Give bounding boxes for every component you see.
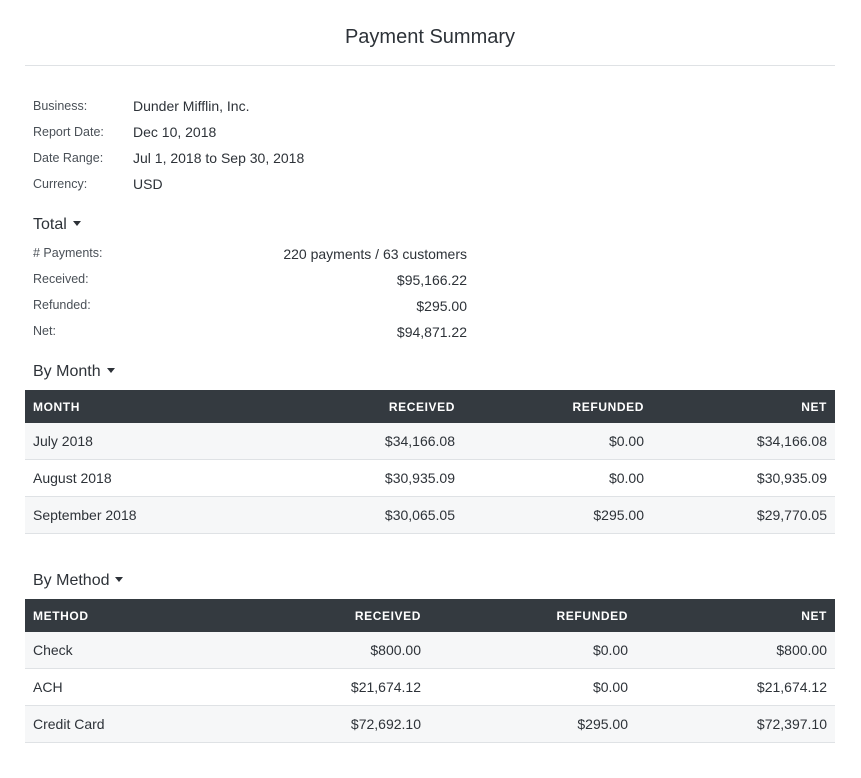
by-method-section-toggle[interactable]: By Method: [33, 572, 124, 590]
page-title: Payment Summary: [344, 26, 516, 48]
title-divider: [25, 65, 835, 66]
by-month-section-toggle[interactable]: By Month: [33, 363, 115, 381]
cell-received: $34,166.08: [280, 423, 463, 460]
total-heading: Total: [33, 216, 67, 233]
caret-down-icon: [72, 221, 81, 227]
caret-down-icon: [106, 368, 115, 374]
column-header-received[interactable]: RECEIVED: [246, 599, 429, 632]
total-section-toggle[interactable]: Total: [33, 216, 81, 234]
cell-method: ACH: [25, 668, 246, 706]
cell-net: $34,166.08: [652, 423, 835, 460]
cell-net: $800.00: [636, 632, 835, 669]
cell-refunded: $295.00: [463, 496, 652, 534]
payment-summary-page: Payment Summary Business: Dunder Mifflin…: [0, 0, 861, 778]
info-label: Date Range:: [33, 151, 104, 165]
column-header-received[interactable]: RECEIVED: [280, 390, 463, 423]
total-label: Net:: [33, 324, 56, 338]
total-value: 220 payments / 63 customers: [283, 246, 467, 262]
total-label: # Payments:: [33, 246, 103, 260]
table-header-row: MONTH RECEIVED REFUNDED NET: [25, 390, 835, 423]
caret-down-icon: [115, 577, 124, 583]
by-method-heading: By Method: [33, 572, 110, 589]
column-header-refunded[interactable]: REFUNDED: [429, 599, 636, 632]
by-method-table: METHOD RECEIVED REFUNDED NET Check $800.…: [25, 599, 835, 743]
cell-net: $72,397.10: [636, 705, 835, 743]
total-value: $94,871.22: [396, 324, 467, 340]
total-value: $95,166.22: [396, 272, 467, 288]
cell-refunded: $0.00: [429, 632, 636, 669]
column-header-month[interactable]: MONTH: [25, 390, 280, 423]
cell-refunded: $0.00: [463, 423, 652, 460]
total-label: Received:: [33, 272, 89, 286]
info-value: Dunder Mifflin, Inc.: [133, 98, 250, 114]
cell-refunded: $295.00: [429, 705, 636, 743]
column-header-method[interactable]: METHOD: [25, 599, 246, 632]
table-header-row: METHOD RECEIVED REFUNDED NET: [25, 599, 835, 632]
cell-month: July 2018: [25, 423, 280, 460]
by-month-heading: By Month: [33, 363, 101, 380]
cell-net: $29,770.05: [652, 496, 835, 534]
cell-month: September 2018: [25, 496, 280, 534]
total-label: Refunded:: [33, 298, 91, 312]
total-row-payments: # Payments: 220 payments / 63 customers: [33, 246, 467, 266]
cell-received: $30,065.05: [280, 496, 463, 534]
cell-received: $30,935.09: [280, 459, 463, 497]
table-row: July 2018 $34,166.08 $0.00 $34,166.08: [25, 423, 835, 460]
info-value: Dec 10, 2018: [133, 124, 217, 140]
cell-net: $30,935.09: [652, 459, 835, 497]
total-row-net: Net: $94,871.22: [33, 324, 467, 344]
table-row: August 2018 $30,935.09 $0.00 $30,935.09: [25, 459, 835, 497]
cell-refunded: $0.00: [463, 459, 652, 497]
column-header-net[interactable]: NET: [652, 390, 835, 423]
cell-month: August 2018: [25, 459, 280, 497]
table-row: ACH $21,674.12 $0.00 $21,674.12: [25, 668, 835, 706]
total-row-received: Received: $95,166.22: [33, 272, 467, 292]
info-label: Business:: [33, 99, 88, 113]
column-header-refunded[interactable]: REFUNDED: [463, 390, 652, 423]
info-label: Report Date:: [33, 125, 104, 139]
info-value: Jul 1, 2018 to Sep 30, 2018: [133, 150, 305, 166]
by-month-table: MONTH RECEIVED REFUNDED NET July 2018 $3…: [25, 390, 835, 534]
cell-method: Check: [25, 632, 246, 669]
cell-received: $21,674.12: [246, 668, 429, 706]
table-row: Credit Card $72,692.10 $295.00 $72,397.1…: [25, 705, 835, 743]
info-label: Currency:: [33, 177, 88, 191]
column-header-net[interactable]: NET: [636, 599, 835, 632]
table-row: September 2018 $30,065.05 $295.00 $29,77…: [25, 496, 835, 534]
table-row: Check $800.00 $0.00 $800.00: [25, 632, 835, 669]
cell-net: $21,674.12: [636, 668, 835, 706]
cell-received: $800.00: [246, 632, 429, 669]
total-row-refunded: Refunded: $295.00: [33, 298, 467, 318]
cell-refunded: $0.00: [429, 668, 636, 706]
info-value: USD: [133, 176, 163, 192]
cell-method: Credit Card: [25, 705, 246, 743]
total-value: $295.00: [416, 298, 467, 314]
cell-received: $72,692.10: [246, 705, 429, 743]
